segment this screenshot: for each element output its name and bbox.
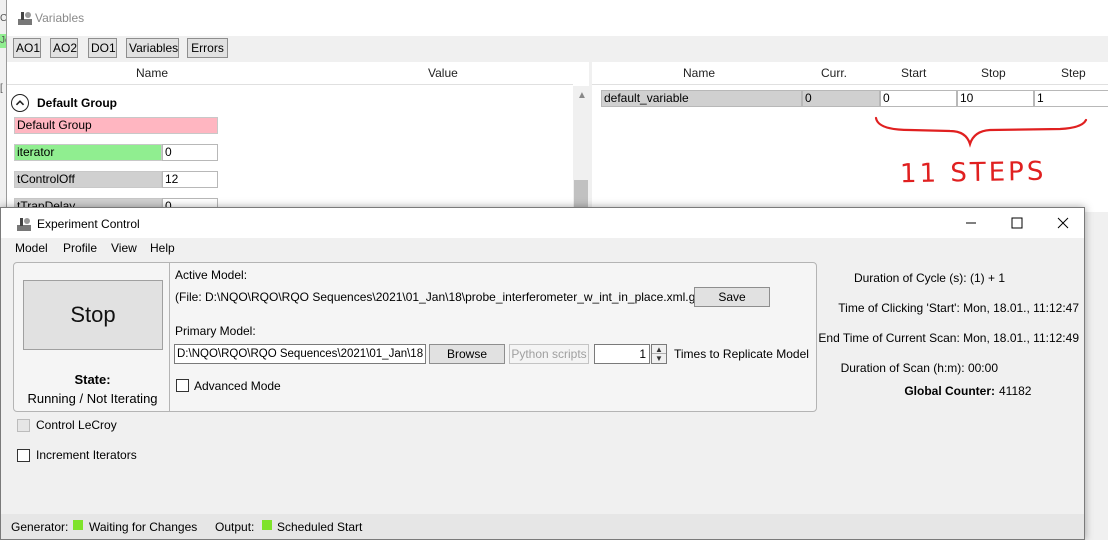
menu-model[interactable]: Model bbox=[15, 241, 48, 255]
iter-step-input[interactable]: 1 bbox=[1034, 90, 1108, 107]
column-header-curr[interactable]: Curr. bbox=[821, 66, 847, 80]
duration-of-scan: Duration of Scan (h:m): 00:00 bbox=[840, 361, 998, 375]
output-status-text: Scheduled Start bbox=[277, 520, 363, 534]
menu-view[interactable]: View bbox=[111, 241, 137, 255]
generator-status-indicator bbox=[73, 520, 83, 530]
time-of-clicking-start: Time of Clicking 'Start': Mon, 18.01., 1… bbox=[838, 301, 1079, 315]
control-lecroy-checkbox[interactable] bbox=[17, 419, 30, 432]
primary-model-path-input[interactable]: D:\NQO\RQO\RQO Sequences\2021\01_Jan\18 bbox=[174, 344, 426, 364]
replicate-spinner: ▲ ▼ bbox=[651, 344, 667, 364]
active-model-label: Active Model: bbox=[175, 268, 248, 282]
browse-button[interactable]: Browse bbox=[429, 344, 505, 364]
tab-do1[interactable]: DO1 bbox=[88, 38, 117, 58]
annotation-text: 11 STEPS bbox=[899, 156, 1047, 190]
lab-instrument-icon bbox=[18, 12, 32, 25]
tab-errors[interactable]: Errors bbox=[187, 38, 228, 58]
iter-stop-input[interactable]: 10 bbox=[957, 90, 1034, 107]
menu-bar: Model Profile View Help bbox=[1, 238, 1084, 258]
menu-help[interactable]: Help bbox=[150, 241, 175, 255]
column-header-step[interactable]: Step bbox=[1061, 66, 1086, 80]
header-divider bbox=[7, 84, 573, 85]
spin-down-icon[interactable]: ▼ bbox=[652, 354, 666, 363]
menu-profile[interactable]: Profile bbox=[63, 241, 97, 255]
column-header-value[interactable]: Value bbox=[428, 66, 458, 80]
advanced-mode-label: Advanced Mode bbox=[194, 379, 281, 393]
tab-ao2[interactable]: AO2 bbox=[50, 38, 78, 58]
variable-value-input[interactable]: 0 bbox=[162, 144, 218, 161]
global-counter-label: Global Counter: bbox=[904, 384, 995, 398]
state-label: State: bbox=[74, 372, 111, 387]
variables-group-pane: Name Value Default Group Default Group i… bbox=[7, 62, 589, 215]
generator-label: Generator: bbox=[11, 520, 69, 534]
iter-variable-name[interactable]: default_variable bbox=[601, 90, 802, 107]
python-scripts-button[interactable]: Python scripts bbox=[509, 344, 589, 364]
iter-current-value: 0 bbox=[802, 90, 880, 107]
group-title: Default Group bbox=[37, 96, 117, 110]
experiment-titlebar[interactable]: Experiment Control bbox=[1, 208, 1084, 238]
status-bar: Generator: Waiting for Changes Output: S… bbox=[1, 514, 1084, 539]
output-status-indicator bbox=[262, 520, 272, 530]
iter-start-input[interactable]: 0 bbox=[880, 90, 957, 107]
duration-of-cycle: Duration of Cycle (s): (1) + 1 bbox=[853, 271, 1005, 285]
column-header-stop[interactable]: Stop bbox=[981, 66, 1006, 80]
lab-instrument-icon bbox=[17, 218, 31, 231]
global-counter-value: 41182 bbox=[999, 384, 1032, 398]
increment-iterators-checkbox[interactable] bbox=[17, 449, 30, 462]
active-model-file: (File: D:\NQO\RQO\RQO Sequences\2021\01_… bbox=[175, 290, 706, 304]
save-button[interactable]: Save bbox=[694, 287, 770, 307]
window-title: Variables bbox=[35, 11, 85, 25]
maximize-icon[interactable] bbox=[994, 208, 1040, 238]
scroll-up-icon[interactable]: ▲ bbox=[577, 90, 587, 101]
tab-ao1[interactable]: AO1 bbox=[13, 38, 41, 58]
increment-iterators-label: Increment Iterators bbox=[36, 448, 137, 462]
primary-model-label: Primary Model: bbox=[175, 324, 256, 338]
spin-up-icon[interactable]: ▲ bbox=[652, 345, 666, 354]
column-header-name[interactable]: Name bbox=[136, 66, 168, 80]
replicate-label: Times to Replicate Model bbox=[674, 347, 809, 361]
stop-button[interactable]: Stop bbox=[23, 280, 163, 350]
generator-status-text: Waiting for Changes bbox=[89, 520, 198, 534]
curly-brace-icon bbox=[874, 116, 1088, 148]
timing-info-panel: Duration of Cycle (s): (1) + 1 Time of C… bbox=[818, 262, 1083, 412]
panel-divider bbox=[169, 263, 170, 411]
column-header-start[interactable]: Start bbox=[901, 66, 926, 80]
close-icon[interactable] bbox=[1040, 208, 1086, 238]
end-time-of-scan: End Time of Current Scan: Mon, 18.01., 1… bbox=[818, 331, 1079, 345]
state-value: Running / Not Iterating bbox=[27, 391, 158, 406]
control-lecroy-label: Control LeCroy bbox=[36, 418, 117, 432]
minimize-icon[interactable] bbox=[948, 208, 994, 238]
collapse-chevron-icon[interactable] bbox=[11, 94, 29, 112]
experiment-control-window: Experiment Control Model Profile View He… bbox=[0, 207, 1085, 540]
vertical-scrollbar[interactable]: ▲ bbox=[573, 86, 589, 212]
column-header-name[interactable]: Name bbox=[683, 66, 715, 80]
variable-value-input[interactable]: 12 bbox=[162, 171, 218, 188]
control-panel: Stop State: Running / Not Iterating Acti… bbox=[13, 262, 817, 412]
tab-variables[interactable]: Variables bbox=[126, 38, 179, 58]
variable-name[interactable]: Default Group bbox=[14, 117, 218, 134]
variables-titlebar[interactable]: Variables bbox=[7, 0, 1108, 36]
variable-name[interactable]: iterator bbox=[14, 144, 162, 161]
header-divider bbox=[592, 84, 1108, 85]
handwritten-annotation: 11 STEPS bbox=[870, 108, 1100, 198]
replicate-count-input[interactable]: 1 bbox=[594, 344, 650, 364]
variable-name[interactable]: tControlOff bbox=[14, 171, 162, 188]
window-title: Experiment Control bbox=[37, 217, 140, 231]
output-label: Output: bbox=[215, 520, 255, 534]
advanced-mode-checkbox[interactable] bbox=[176, 379, 189, 392]
